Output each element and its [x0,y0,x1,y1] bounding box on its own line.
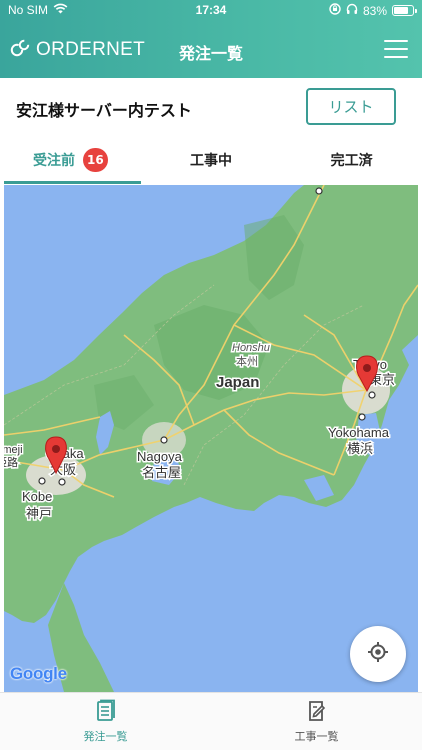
tab-completed[interactable]: 完工済 [281,136,422,184]
page-title: 発注一覧 [178,44,243,63]
tab-label: 工事中 [190,153,232,169]
my-location-button[interactable] [350,626,406,682]
map-label-himeji-jp: 姫路 [4,455,18,469]
map-label-yokohama-jp: 横浜 [347,441,373,456]
edit-document-icon [305,699,329,726]
app-header: No SIM 17:34 83% ORDERNET 発注一覧 [0,0,422,78]
battery-percent: 83% [362,3,387,18]
map-label-nagoya: Nagoya [137,449,183,464]
map-label-nagoya-jp: 名古屋 [142,465,181,480]
map-label-kobe: Kobe [22,489,52,504]
map-label-japan: Japan [216,374,259,391]
tab-label: 受注前 [32,153,75,169]
crosshair-icon [367,641,389,667]
tab-in-progress[interactable]: 工事中 [141,136,282,184]
nav-order-list[interactable]: 発注一覧 [0,693,211,750]
count-badge: 16 [82,148,108,172]
status-tabs: 受注前 16 工事中 完工済 [0,136,422,184]
nav-label: 発注一覧 [83,730,128,743]
map-label-honshu-jp: 本州 [236,354,258,368]
document-list-icon [94,699,118,726]
map-label-yokohama: Yokohama [328,425,390,440]
tab-before-order[interactable]: 受注前 16 [0,136,141,184]
bottom-navigation: 発注一覧 工事一覧 [0,692,422,750]
nav-work-list[interactable]: 工事一覧 [211,693,422,750]
google-logo: Google [10,664,67,683]
status-bar: No SIM 17:34 83% [0,0,422,22]
battery-icon [392,5,417,16]
orientation-lock-icon [329,3,341,18]
map-view[interactable]: Honshu 本州 Japan Tokyo 東京 Yokohama 横浜 Nag… [4,185,418,692]
map-label-honshu: Honshu [232,342,270,354]
nav-label: 工事一覧 [294,730,339,743]
hamburger-menu-button[interactable] [384,40,408,58]
google-attribution: Google [10,664,67,684]
server-title: 安江様サーバー内テスト [16,101,192,120]
map-label-kobe-jp: 神戸 [26,506,52,521]
tab-label: 完工済 [330,153,373,169]
hamburger-icon [384,40,408,42]
server-bar: 安江様サーバー内テスト リスト [0,78,422,136]
list-view-button[interactable]: リスト [306,88,396,125]
map-label-himeji: Himeji [4,444,23,456]
headphones-icon [346,3,358,18]
map-canvas: Honshu 本州 Japan Tokyo 東京 Yokohama 横浜 Nag… [4,185,418,692]
